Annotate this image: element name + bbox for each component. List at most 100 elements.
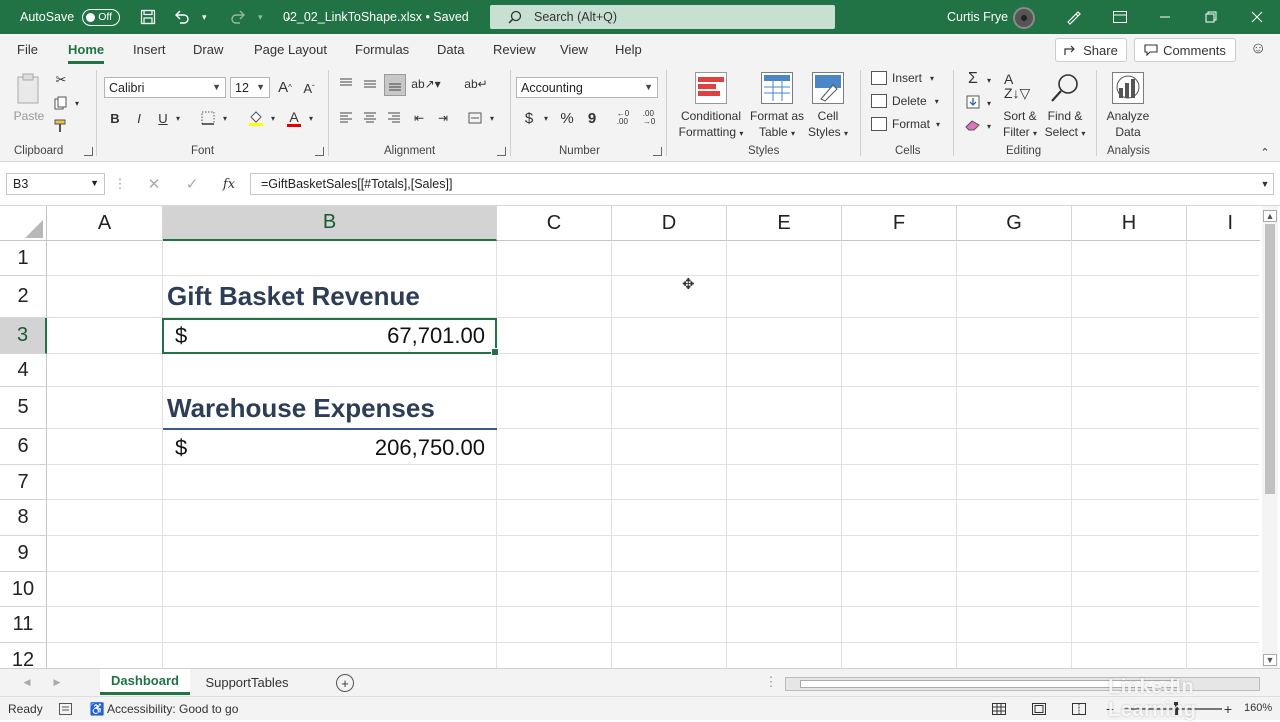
percent-style-icon[interactable]: % <box>559 110 575 127</box>
tab-file[interactable]: File <box>17 42 38 57</box>
merge-dropdown-icon[interactable]: ▾ <box>487 112 497 124</box>
increase-font-icon[interactable]: A ^ <box>276 77 294 97</box>
align-right-icon[interactable] <box>386 110 402 126</box>
select-all-button[interactable] <box>0 206 47 241</box>
increase-indent-icon[interactable]: ⇥ <box>434 110 452 126</box>
column-header-a[interactable]: A <box>47 206 163 241</box>
row-header-12[interactable]: 12 <box>0 643 47 668</box>
name-box[interactable]: B3 ▼ <box>6 173 105 195</box>
tab-data[interactable]: Data <box>437 42 464 57</box>
column-header-b[interactable]: B <box>163 206 497 241</box>
font-size-select[interactable]: 12 ▼ <box>230 77 270 98</box>
accessibility-icon[interactable]: ♿ <box>90 701 105 717</box>
decrease-indent-icon[interactable]: ⇤ <box>410 110 428 126</box>
vertical-scroll-thumb[interactable] <box>1265 224 1275 494</box>
formula-bar-options-icon[interactable]: ⋮ <box>114 176 127 192</box>
underline-icon[interactable]: U <box>156 110 170 126</box>
row-header-6[interactable]: 6 <box>0 429 47 465</box>
expand-formula-bar-icon[interactable]: ▼ <box>1259 177 1271 191</box>
cell-b5-heading[interactable]: Warehouse Expenses <box>167 393 435 424</box>
decrease-decimal-icon[interactable]: .00 →0 <box>638 108 660 128</box>
copy-icon[interactable] <box>53 95 69 111</box>
fill-color-icon[interactable] <box>247 109 265 127</box>
row-header-4[interactable]: 4 <box>0 354 47 387</box>
row-header-10[interactable]: 10 <box>0 572 47 607</box>
find-select-button[interactable]: Find & Select ▾ <box>1042 72 1088 142</box>
tab-draw[interactable]: Draw <box>193 42 223 57</box>
page-layout-view-icon[interactable] <box>1031 701 1047 717</box>
row-header-2[interactable]: 2 <box>0 276 47 318</box>
vertical-scrollbar[interactable]: ▲ ▼ <box>1262 206 1278 668</box>
accounting-dropdown-icon[interactable]: ▾ <box>541 112 551 124</box>
align-top-icon[interactable] <box>338 76 354 92</box>
insert-function-icon[interactable]: fx <box>220 176 238 192</box>
avatar[interactable] <box>1013 7 1035 29</box>
cell-b2-heading[interactable]: Gift Basket Revenue <box>167 281 420 312</box>
feedback-smiley-icon[interactable]: ☺ <box>1250 40 1266 58</box>
clipboard-launcher-icon[interactable] <box>84 147 93 156</box>
tab-page-layout[interactable]: Page Layout <box>254 42 327 57</box>
undo-icon[interactable] <box>172 7 192 27</box>
row-header-3[interactable]: 3 <box>0 318 47 354</box>
column-header-h[interactable]: H <box>1072 206 1187 241</box>
fill-icon[interactable] <box>963 93 983 111</box>
column-header-g[interactable]: G <box>957 206 1072 241</box>
autosave-toggle[interactable]: Off <box>82 8 121 26</box>
user-name[interactable]: Curtis Frye <box>947 10 1008 24</box>
decrease-font-icon[interactable]: Aˇ <box>300 78 318 98</box>
close-icon[interactable] <box>1249 8 1265 26</box>
analyze-data-button[interactable]: Analyze Data <box>1102 72 1154 140</box>
save-icon[interactable] <box>138 7 158 27</box>
conditional-formatting-button[interactable]: Conditional Formatting ▾ <box>674 72 748 142</box>
number-format-select[interactable]: Accounting ▼ <box>516 77 658 98</box>
scroll-down-icon[interactable]: ▼ <box>1263 654 1277 666</box>
file-name[interactable]: 02_02_LinkToShape.xlsx • Saved <box>283 10 469 24</box>
number-launcher-icon[interactable] <box>653 147 662 156</box>
minimize-icon[interactable] <box>1157 8 1173 26</box>
format-cells-button[interactable]: Format ▾ <box>871 117 940 131</box>
font-color-dropdown-icon[interactable]: ▾ <box>306 112 316 124</box>
align-left-icon[interactable] <box>338 110 354 126</box>
column-header-f[interactable]: F <box>842 206 957 241</box>
orientation-icon[interactable]: ab↗▾ <box>411 76 440 92</box>
cut-icon[interactable]: ✂ <box>53 72 69 88</box>
fill-color-dropdown-icon[interactable]: ▾ <box>268 112 278 124</box>
font-name-select[interactable]: Calibri ▼ <box>104 77 226 98</box>
row-header-11[interactable]: 11 <box>0 607 47 643</box>
italic-icon[interactable]: I <box>132 110 146 126</box>
cell-b6[interactable]: $ 206,750.00 <box>163 430 497 465</box>
row-header-9[interactable]: 9 <box>0 536 47 572</box>
sheet-tab-dashboard[interactable]: Dashboard <box>100 669 190 695</box>
column-header-e[interactable]: E <box>727 206 842 241</box>
scroll-tabs-left-icon[interactable]: ◀ <box>22 675 32 689</box>
enter-entry-icon[interactable]: ✓ <box>184 176 200 193</box>
format-painter-icon[interactable] <box>53 118 69 134</box>
cancel-entry-icon[interactable]: ✕ <box>146 176 162 193</box>
restore-icon[interactable] <box>1203 8 1219 26</box>
comments-button[interactable]: Comments <box>1134 38 1236 62</box>
row-header-8[interactable]: 8 <box>0 500 47 536</box>
scroll-up-icon[interactable]: ▲ <box>1263 210 1277 222</box>
page-break-view-icon[interactable] <box>1071 701 1087 717</box>
paste-button[interactable]: Paste <box>12 72 46 123</box>
row-header-1[interactable]: 1 <box>0 241 47 276</box>
increase-decimal-icon[interactable]: ←0.00 <box>612 108 634 128</box>
tab-formulas[interactable]: Formulas <box>355 42 409 57</box>
clear-dropdown-icon[interactable]: ▾ <box>984 120 994 132</box>
macro-record-icon[interactable] <box>58 702 72 716</box>
redo-dropdown-icon[interactable]: ▾ <box>250 7 270 27</box>
normal-view-icon[interactable] <box>991 701 1007 717</box>
new-sheet-icon[interactable]: + <box>336 674 354 692</box>
undo-dropdown-icon[interactable]: ▾ <box>194 7 214 27</box>
column-header-d[interactable]: D <box>612 206 727 241</box>
fill-dropdown-icon[interactable]: ▾ <box>984 97 994 109</box>
share-button[interactable]: Share <box>1055 38 1127 62</box>
status-accessibility[interactable]: Accessibility: Good to go <box>107 702 238 716</box>
pen-icon[interactable] <box>1065 8 1081 26</box>
align-center-icon[interactable] <box>362 110 378 126</box>
align-bottom-icon[interactable] <box>384 74 406 96</box>
bold-icon[interactable]: B <box>108 110 122 126</box>
collapse-ribbon-icon[interactable]: ⌃ <box>1258 146 1272 159</box>
borders-dropdown-icon[interactable]: ▾ <box>220 112 230 124</box>
scroll-tabs-right-icon[interactable]: ▶ <box>52 675 62 689</box>
